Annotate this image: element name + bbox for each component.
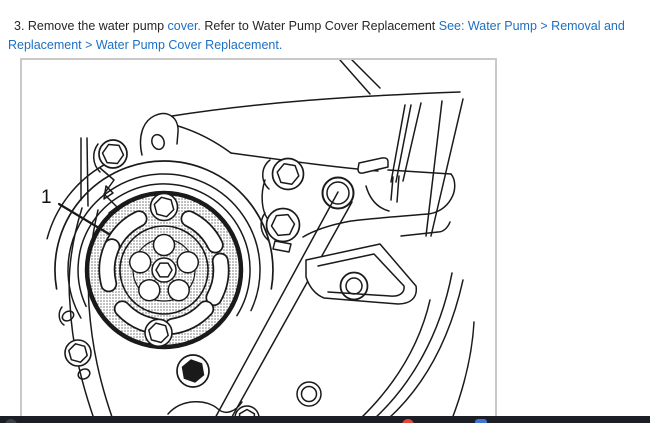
right-bracket (230, 152, 456, 253)
callout-1-label: 1 (41, 187, 52, 208)
taskbar-app-icon[interactable] (5, 419, 17, 423)
taskbar-app-icon-red[interactable] (402, 419, 414, 423)
refer-text: Refer to Water Pump Cover Replacement (200, 18, 439, 33)
taskbar (0, 416, 650, 423)
taskbar-app-icon-blue[interactable] (475, 419, 487, 423)
eyelet-bracket (305, 243, 418, 305)
shaded-hex-bolt (176, 354, 210, 388)
water-pump-pulley (84, 190, 244, 350)
step-text: 3. Remove the water pump (14, 18, 168, 33)
tube-lines (339, 60, 464, 237)
water-pump-figure: 1 (20, 58, 497, 423)
engine-diagram: 1 (41, 60, 475, 421)
instruction-step-3: 3. Remove the water pump cover. Refer to… (0, 13, 650, 55)
cover-ear (139, 91, 461, 156)
cover-link[interactable]: cover. (168, 19, 201, 33)
